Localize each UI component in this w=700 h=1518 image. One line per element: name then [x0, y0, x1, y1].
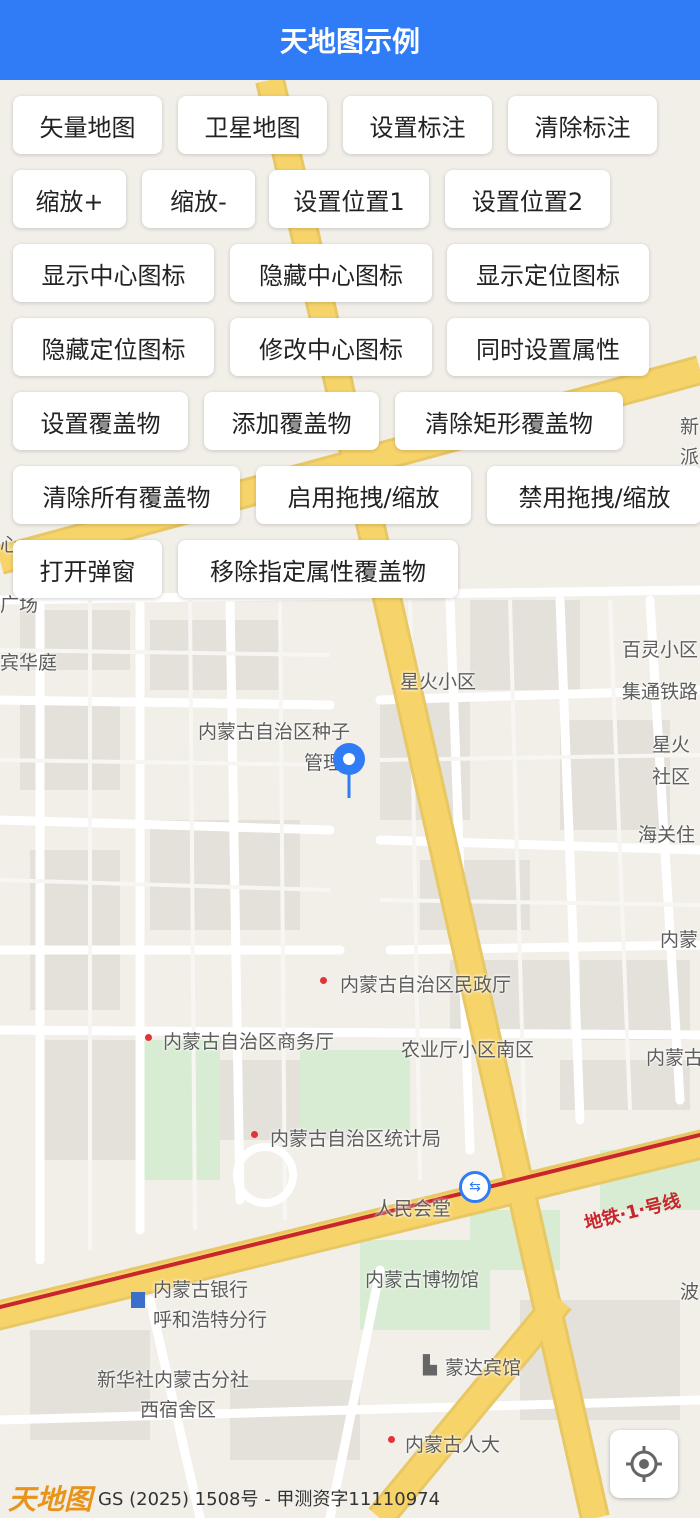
map-label: 内蒙 [660, 929, 699, 951]
metro-station-icon: ⇆ [459, 1171, 491, 1203]
map-label: 波 [680, 1281, 700, 1303]
clear-rect-overlay-button[interactable]: 清除矩形覆盖物 [395, 392, 623, 450]
map-label: 社区 [652, 766, 691, 788]
disable-drag-zoom-button[interactable]: 禁用拖拽/缩放 [487, 466, 700, 524]
set-label-button[interactable]: 设置标注 [343, 96, 492, 154]
map-label: 内蒙古银行 [153, 1279, 249, 1301]
poi-dot [388, 1436, 395, 1443]
map-label: 新华社内蒙古分社 [97, 1369, 250, 1391]
map-label: 内蒙古自治区种子 [198, 721, 351, 743]
locate-button[interactable] [610, 1430, 678, 1498]
map-label: 内蒙古自治区商务厅 [163, 1031, 335, 1053]
map-label: 百灵小区 [622, 639, 699, 661]
map-label: 星火小区 [400, 671, 477, 693]
map-label: 新 [680, 416, 700, 438]
bank-icon [131, 1292, 145, 1308]
copyright-text: GS (2025) 1508号 - 甲测资字11110974 [98, 1489, 441, 1510]
map-label: 内蒙古 [646, 1047, 700, 1069]
map-label: 人民会堂 [375, 1198, 452, 1220]
map-label: 内蒙古自治区民政厅 [340, 974, 512, 996]
map-label: 海关住 [638, 824, 696, 846]
modify-center-icon-button[interactable]: 修改中心图标 [230, 318, 432, 376]
show-center-icon-button[interactable]: 显示中心图标 [13, 244, 214, 302]
map-label: 蒙达宾馆 [445, 1357, 522, 1379]
satellite-map-button[interactable]: 卫星地图 [178, 96, 327, 154]
add-overlay-button[interactable]: 添加覆盖物 [204, 392, 379, 450]
crosshair-icon [626, 1446, 662, 1482]
map-label: 内蒙古自治区统计局 [270, 1128, 442, 1150]
hide-location-icon-button[interactable]: 隐藏定位图标 [13, 318, 214, 376]
poi-dot [145, 1034, 152, 1041]
set-position-2-button[interactable]: 设置位置2 [445, 170, 610, 228]
vector-map-button[interactable]: 矢量地图 [13, 96, 162, 154]
zoom-out-button[interactable]: 缩放- [142, 170, 255, 228]
app-header: 天地图示例 [0, 0, 700, 80]
map-pin-icon[interactable] [331, 741, 367, 801]
map-label: 派 [680, 446, 700, 468]
map-label: 农业厅小区南区 [401, 1039, 535, 1061]
map-label: 西宿舍区 [140, 1399, 217, 1421]
map-label: 内蒙古人大 [405, 1434, 501, 1456]
map-label: 内蒙古博物馆 [365, 1269, 480, 1291]
map-attribution: 天地图 GS (2025) 1508号 - 甲测资字11110974 [8, 1478, 440, 1518]
set-overlay-button[interactable]: 设置覆盖物 [13, 392, 188, 450]
poi-dot [251, 1131, 258, 1138]
page-title: 天地图示例 [279, 25, 420, 58]
remove-overlay-by-attr-button[interactable]: 移除指定属性覆盖物 [178, 540, 458, 598]
set-properties-button[interactable]: 同时设置属性 [447, 318, 649, 376]
map-label: 呼和浩特分行 [153, 1309, 268, 1331]
map-label: 集通铁路 [622, 681, 699, 703]
clear-all-overlays-button[interactable]: 清除所有覆盖物 [13, 466, 240, 524]
map-label: 宾华庭 [0, 652, 58, 674]
zoom-in-button[interactable]: 缩放+ [13, 170, 126, 228]
hide-center-icon-button[interactable]: 隐藏中心图标 [230, 244, 432, 302]
clear-label-button[interactable]: 清除标注 [508, 96, 657, 154]
open-popup-button[interactable]: 打开弹窗 [13, 540, 162, 598]
poi-dot [320, 977, 327, 984]
hotel-icon: ▙ [423, 1355, 437, 1376]
enable-drag-zoom-button[interactable]: 启用拖拽/缩放 [256, 466, 471, 524]
set-position-1-button[interactable]: 设置位置1 [269, 170, 429, 228]
tianditu-logo: 天地图 [8, 1483, 93, 1516]
show-location-icon-button[interactable]: 显示定位图标 [447, 244, 649, 302]
map-label: 星火 [652, 734, 691, 756]
